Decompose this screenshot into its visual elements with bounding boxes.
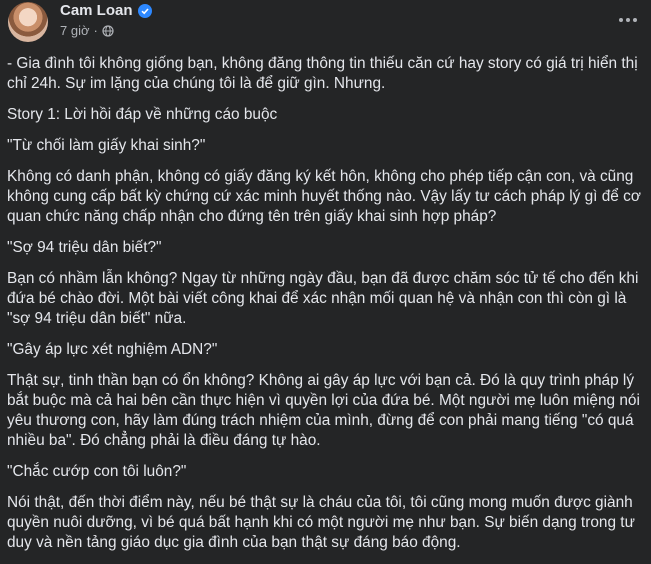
author-name-row: Cam Loan [60, 2, 152, 19]
post-paragraph: "Gây áp lực xét nghiệm ADN?" [7, 341, 218, 358]
post-time[interactable]: 7 giờ [60, 23, 90, 38]
post-paragraph: Bạn có nhầm lẫn không? Ngay từ những ngà… [7, 270, 639, 327]
post-meta: 7 giờ · [60, 23, 114, 38]
post-paragraph: - Gia đình tôi không giống bạn, không đă… [7, 55, 638, 92]
post-paragraph: "Từ chối làm giấy khai sinh?" [7, 137, 206, 154]
post-paragraph: Không có danh phận, không có giấy đăng k… [7, 168, 641, 225]
avatar[interactable] [8, 2, 48, 42]
post-paragraph: "Chắc cướp con tôi luôn?" [7, 463, 187, 480]
globe-icon[interactable] [102, 24, 114, 37]
post-paragraph: Story 1: Lời hồi đáp về những cáo buộc [7, 106, 278, 123]
verified-badge-icon [137, 3, 152, 18]
facebook-post: Cam Loan 7 giờ · - Gia đình tôi không gi… [0, 0, 651, 551]
post-header: Cam Loan 7 giờ · [0, 0, 651, 50]
post-paragraph: Nói thật, đến thời điểm này, nếu bé thật… [7, 494, 635, 551]
more-dot [619, 18, 623, 22]
post-paragraph: Thật sự, tinh thần bạn có ổn không? Khôn… [7, 372, 640, 449]
author-name[interactable]: Cam Loan [60, 2, 133, 19]
post-paragraph: "Sợ 94 triệu dân biết?" [7, 239, 162, 256]
more-dot [626, 18, 630, 22]
more-options-icon[interactable] [614, 10, 642, 30]
post-body: - Gia đình tôi không giống bạn, không đă… [7, 54, 645, 564]
meta-separator: · [93, 23, 98, 38]
more-dot [633, 18, 637, 22]
